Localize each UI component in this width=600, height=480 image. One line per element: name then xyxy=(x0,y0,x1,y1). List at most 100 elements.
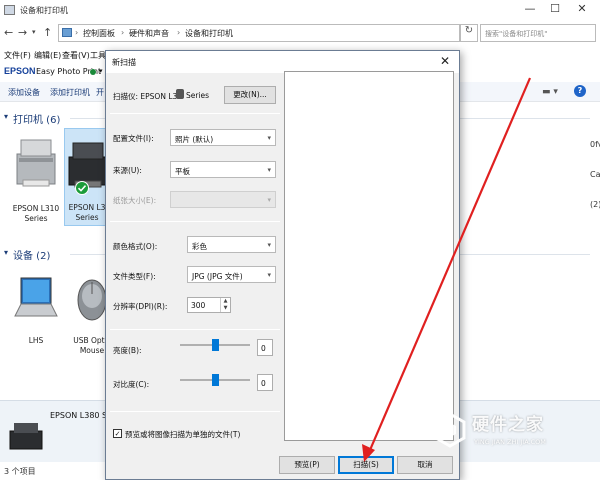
up-arrow-icon[interactable]: ↑ xyxy=(43,26,52,39)
cut-off-label: Ca xyxy=(590,170,600,179)
profile-label: 配置文件(I): xyxy=(113,134,154,143)
window-titlebar: 设备和打印机 — ☐ ✕ xyxy=(0,0,600,22)
color-format-value: 彩色 xyxy=(192,242,207,251)
search-input[interactable]: 搜索"设备和打印机" xyxy=(480,24,596,42)
printer-epson-l3-selected[interactable]: EPSON L3 Series xyxy=(64,128,108,226)
separate-files-label: 预览或将图像扫描为单独的文件(T) xyxy=(125,430,241,439)
printer-epson-l310[interactable]: EPSON L310 Series xyxy=(6,130,66,230)
default-printer-check-icon xyxy=(75,181,89,195)
scanner-label: 扫描仪: EPSON L3 xyxy=(113,92,178,101)
cut-off-label: 0fv xyxy=(590,140,600,149)
maximize-button[interactable]: ☐ xyxy=(545,2,565,15)
printer-icon xyxy=(9,423,43,450)
printers-header: 打印机 (6) xyxy=(13,115,61,126)
menu-view[interactable]: 查看(V) xyxy=(62,50,90,61)
paper-size-select[interactable]: ▾ xyxy=(170,191,276,208)
app-status-dot-icon xyxy=(90,69,96,75)
chevron-down-icon: ▾ xyxy=(267,166,271,174)
close-icon[interactable]: ✕ xyxy=(440,54,450,68)
dialog-separator xyxy=(110,113,280,114)
command-cut-label[interactable]: 开 xyxy=(96,87,104,98)
spin-arrows-icon[interactable]: ▲ ▼ xyxy=(220,298,230,312)
separate-files-checkbox[interactable]: ✓ xyxy=(113,429,122,438)
address-bar: ← → ▾ ↑ › 控制面板 › 硬件和声音 › 设备和打印机 ↻ 搜索"设备和… xyxy=(0,22,600,44)
source-select[interactable]: 平板 ▾ xyxy=(170,161,276,178)
watermark-logo-icon xyxy=(434,412,466,448)
menu-file[interactable]: 文件(F) xyxy=(4,50,31,61)
change-scanner-button[interactable]: 更改(N)... xyxy=(224,86,276,104)
source-label: 来源(U): xyxy=(113,166,142,175)
cut-off-label: (2) xyxy=(590,200,600,209)
scan-preview-area xyxy=(284,71,454,441)
window-close-button[interactable]: ✕ xyxy=(572,2,592,15)
file-type-value: JPG (JPG 文件) xyxy=(192,272,243,281)
menu-tools[interactable]: 工具 xyxy=(90,50,106,61)
device-label: EPSON L3 Series xyxy=(68,203,106,222)
chevron-down-icon: ▾ xyxy=(267,196,271,204)
profile-select[interactable]: 照片 (默认) ▾ xyxy=(170,129,276,146)
help-icon[interactable]: ? xyxy=(574,85,586,97)
watermark-subtext: YING JIAN ZHI JIA.COM xyxy=(474,438,546,446)
contrast-slider-thumb[interactable] xyxy=(211,374,219,386)
breadcrumb-devices-printers[interactable]: 设备和打印机 xyxy=(185,28,233,39)
collapse-chevron-icon: ▾ xyxy=(4,112,9,121)
chevron-down-icon: ▾ xyxy=(267,134,271,142)
device-label: LHS xyxy=(28,336,44,345)
brightness-label: 亮度(B): xyxy=(113,346,142,355)
laptop-icon xyxy=(14,277,58,317)
add-device-button[interactable]: 添加设备 xyxy=(8,87,40,98)
devices-header: 设备 (2) xyxy=(13,251,51,262)
watermark-text: 硬件之家 xyxy=(472,415,544,435)
preview-button[interactable]: 预览(P) xyxy=(279,456,335,474)
paper-size-label: 纸张大小(E): xyxy=(113,196,157,205)
epson-logo: EPSON xyxy=(4,66,36,76)
source-value: 平板 xyxy=(175,167,190,176)
device-label: EPSON L310 Series xyxy=(12,204,60,223)
crumb-separator-icon: › xyxy=(177,28,181,37)
new-scan-dialog: 新扫描 ✕ 扫描仪: EPSON L3 Series 更改(N)... 配置文件… xyxy=(105,50,460,480)
printer-icon xyxy=(16,139,56,187)
cursor-icon xyxy=(176,89,184,99)
brightness-slider-thumb[interactable] xyxy=(211,339,219,351)
color-format-label: 颜色格式(O): xyxy=(113,242,158,251)
scanner-label-tail: Series xyxy=(186,91,210,100)
chevron-down-icon: ▾ xyxy=(267,271,271,279)
recent-chevron-icon[interactable]: ▾ xyxy=(32,28,36,36)
watermark: 硬件之家 YING JIAN ZHI JIA.COM xyxy=(430,408,590,458)
dialog-separator xyxy=(110,221,280,222)
address-box[interactable]: › 控制面板 › 硬件和声音 › 设备和打印机 xyxy=(58,24,460,42)
chevron-down-icon: ▾ xyxy=(267,241,271,249)
dialog-titlebar: 新扫描 ✕ xyxy=(106,51,459,73)
refresh-icon[interactable]: ↻ xyxy=(460,24,478,42)
add-printer-button[interactable]: 添加打印机 xyxy=(50,87,90,98)
control-panel-icon xyxy=(62,28,72,37)
brightness-value[interactable]: 0 xyxy=(257,339,273,356)
back-arrow-icon[interactable]: ← xyxy=(4,26,13,39)
collapse-chevron-icon: ▾ xyxy=(4,248,9,257)
forward-arrow-icon[interactable]: → xyxy=(18,26,27,39)
device-lhs[interactable]: LHS xyxy=(6,270,66,366)
contrast-value[interactable]: 0 xyxy=(257,374,273,391)
breadcrumb-control-panel[interactable]: 控制面板 xyxy=(83,28,115,39)
color-format-select[interactable]: 彩色 ▾ xyxy=(187,236,276,253)
dialog-title: 新扫描 xyxy=(112,58,136,67)
contrast-label: 对比度(C): xyxy=(113,380,150,389)
cancel-button[interactable]: 取消 xyxy=(397,456,453,474)
window-title: 设备和打印机 xyxy=(20,6,68,15)
dialog-separator xyxy=(110,329,280,330)
file-type-select[interactable]: JPG (JPG 文件) ▾ xyxy=(187,266,276,283)
dropdown-chevron-icon[interactable]: ▾ xyxy=(99,67,103,75)
scan-button[interactable]: 扫描(S) xyxy=(338,456,394,474)
printer-folder-icon xyxy=(4,5,15,15)
profile-value: 照片 (默认) xyxy=(175,135,214,144)
status-text: 3 个项目 xyxy=(4,467,36,476)
menu-edit[interactable]: 编辑(E) xyxy=(34,50,61,61)
file-type-label: 文件类型(F): xyxy=(113,272,156,281)
crumb-separator-icon: › xyxy=(121,28,125,37)
view-options-icon[interactable]: ▬ ▾ xyxy=(542,87,558,97)
resolution-value: 300 xyxy=(191,301,206,310)
breadcrumb-hardware-sound[interactable]: 硬件和声音 xyxy=(129,28,169,39)
crumb-separator-icon: › xyxy=(75,28,79,37)
minimize-button[interactable]: — xyxy=(520,2,540,15)
resolution-spinner[interactable]: 300 ▲ ▼ xyxy=(187,297,231,313)
